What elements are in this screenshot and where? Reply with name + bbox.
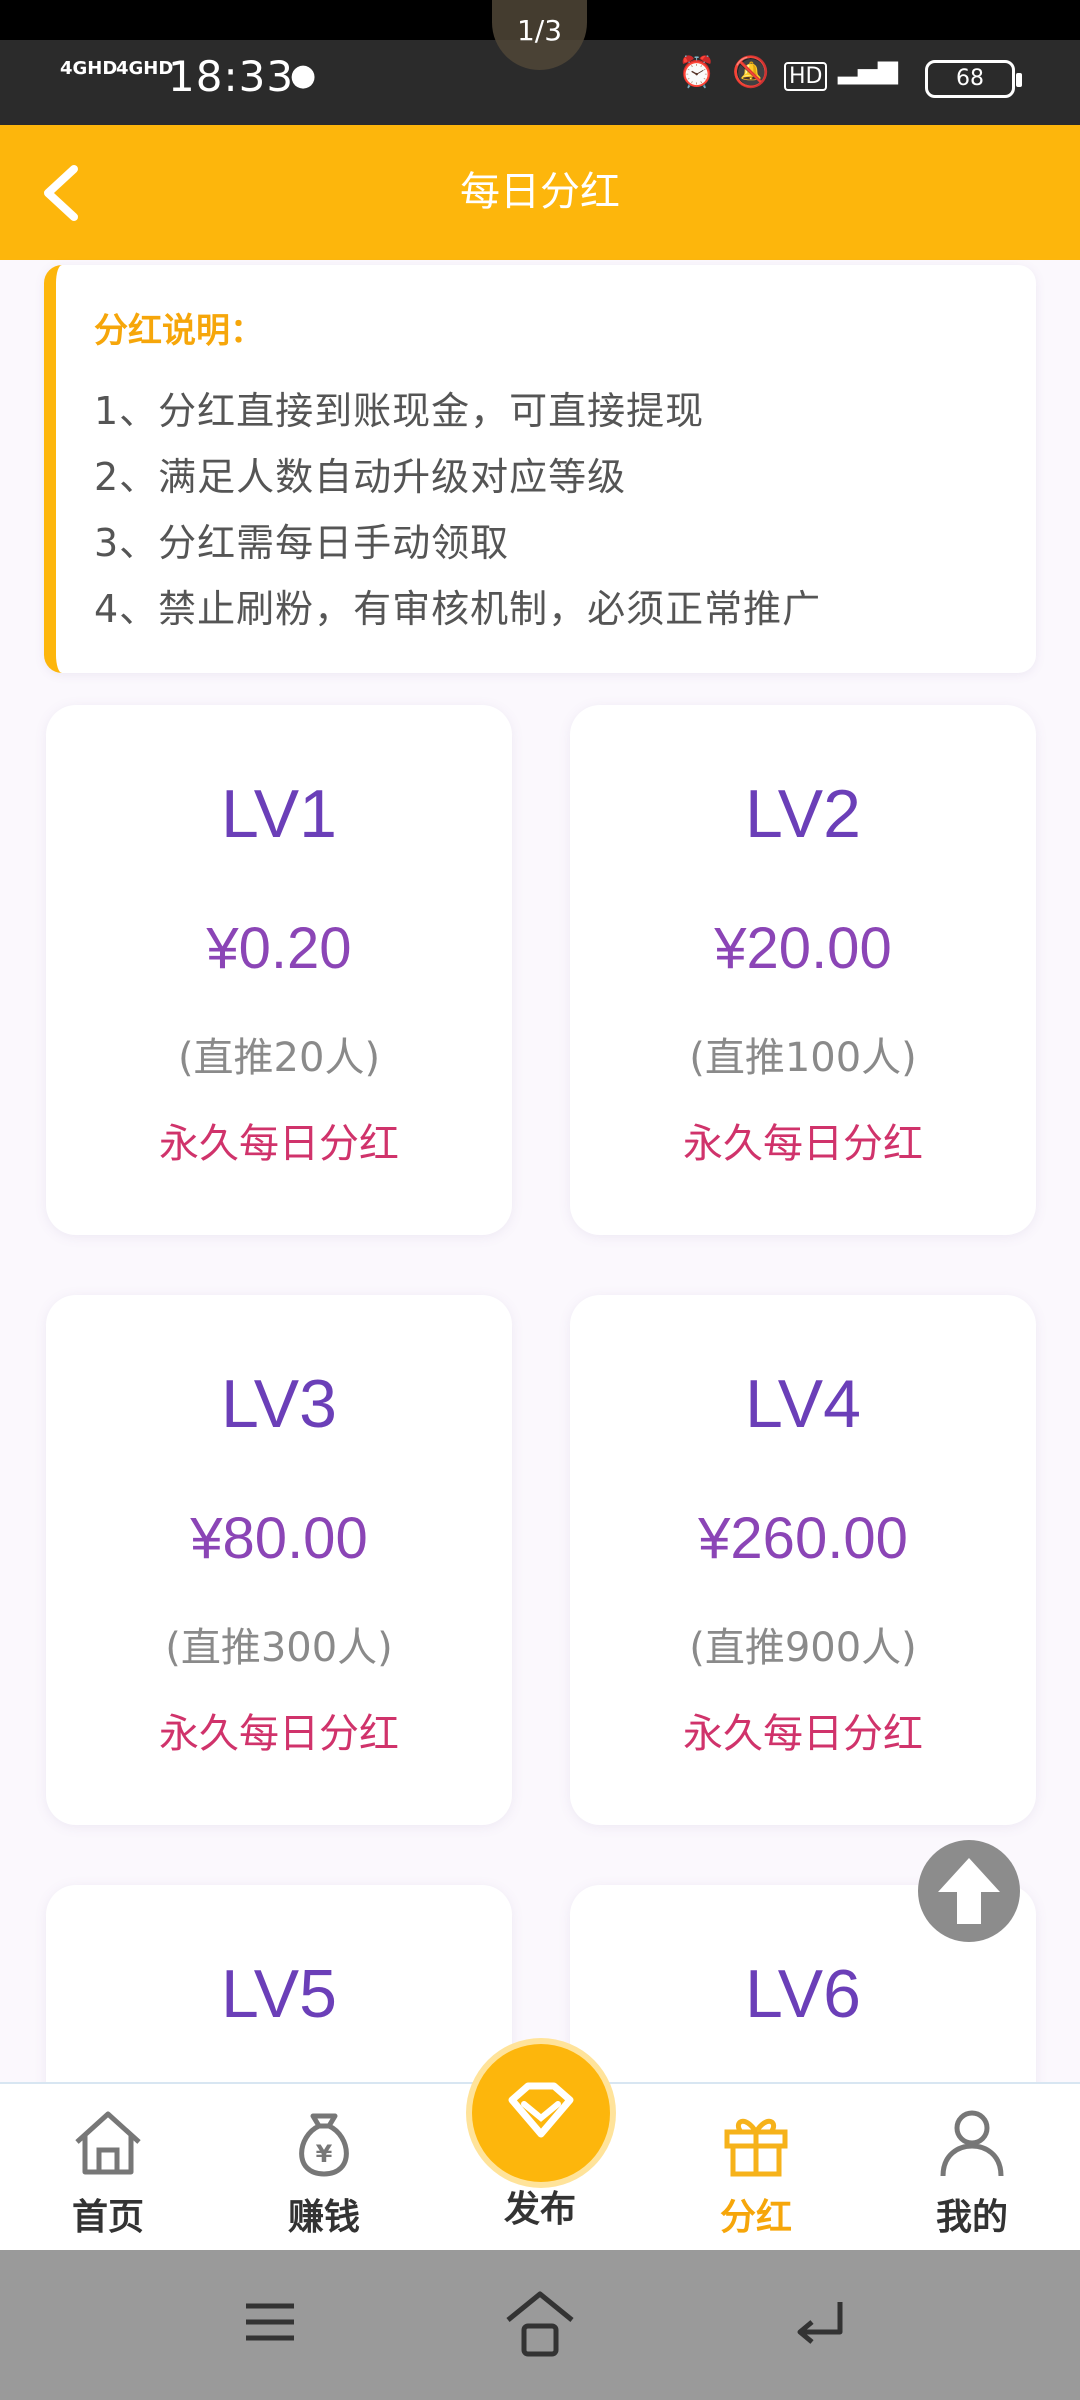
menu-button[interactable]: [220, 2272, 320, 2372]
system-navigation-bar: [0, 2250, 1080, 2400]
level-requirement: (直推20人): [177, 1035, 381, 1081]
tab-label: 首页: [71, 2197, 144, 2238]
house-icon: [506, 2291, 574, 2357]
page-header: 每日分红: [0, 125, 1080, 260]
network-indicator-1: 4GHD: [60, 58, 118, 79]
info-line: 1、分红直接到账现金，可直接提现: [94, 389, 705, 433]
tab-label: 分红: [719, 2197, 792, 2238]
level-requirement: (直推900人): [689, 1625, 917, 1671]
level-note: 永久每日分红: [683, 1121, 923, 1167]
tab-home[interactable]: 首页: [28, 2104, 188, 2240]
back-nav-button[interactable]: [770, 2272, 870, 2372]
tab-publish-label[interactable]: 发布: [460, 2180, 620, 2232]
level-amount: ¥20.00: [714, 916, 892, 981]
svg-text:¥: ¥: [316, 2140, 333, 2168]
network-indicator-2: 4GHD: [116, 58, 174, 79]
level-name: LV5: [221, 1956, 337, 2032]
mute-icon: 🔕: [732, 55, 770, 90]
home-icon: [75, 2111, 141, 2175]
gift-icon: [724, 2118, 788, 2177]
level-amount: ¥80.00: [190, 1506, 368, 1571]
chevron-left-icon: [44, 165, 78, 221]
level-name: LV6: [745, 1956, 861, 2032]
signal-icon: ▂▄▆: [838, 55, 898, 85]
level-note: 永久每日分红: [159, 1711, 399, 1757]
info-line: 4、禁止刷粉，有审核机制，必须正常推广: [94, 587, 822, 631]
back-to-top-button[interactable]: [918, 1840, 1020, 1942]
level-card-lv2[interactable]: LV2 ¥20.00 (直推100人) 永久每日分红: [570, 705, 1036, 1235]
level-name: LV3: [221, 1366, 337, 1442]
back-button[interactable]: [36, 163, 86, 223]
money-bag-icon: ¥: [299, 2113, 349, 2177]
home-nav-button[interactable]: [490, 2272, 590, 2372]
dividend-info-card: 分红说明： 1、分红直接到账现金，可直接提现 2、满足人数自动升级对应等级 3、…: [44, 265, 1036, 673]
menu-icon: [246, 2303, 294, 2341]
info-line: 2、满足人数自动升级对应等级: [94, 455, 627, 499]
battery-indicator: 68: [925, 60, 1022, 98]
arrow-up-icon: [938, 1858, 1000, 1924]
level-amount: ¥0.20: [206, 916, 352, 981]
level-card-lv4[interactable]: LV4 ¥260.00 (直推900人) 永久每日分红: [570, 1295, 1036, 1825]
level-name: LV4: [745, 1366, 861, 1442]
level-card-lv3[interactable]: LV3 ¥80.00 (直推300人) 永久每日分红: [46, 1295, 512, 1825]
level-requirement: (直推100人): [689, 1035, 917, 1081]
user-icon: [940, 2110, 1004, 2177]
publish-button[interactable]: [472, 2044, 610, 2182]
tab-mine[interactable]: 我的: [892, 2104, 1052, 2240]
level-note: 永久每日分红: [683, 1711, 923, 1757]
level-amount: ¥260.00: [698, 1506, 908, 1571]
level-requirement: (直推300人): [165, 1625, 393, 1671]
tab-label: 我的: [935, 2197, 1008, 2238]
level-name: LV1: [221, 776, 337, 852]
level-name: LV2: [745, 776, 861, 852]
page-title: 每日分红: [460, 169, 620, 215]
tab-earn[interactable]: ¥ 赚钱: [244, 2104, 404, 2240]
back-arrow-icon: [797, 2302, 843, 2344]
diamond-icon: [508, 2082, 574, 2138]
status-time: 18:33: [168, 52, 295, 101]
tab-label: 赚钱: [287, 2197, 360, 2238]
info-line: 3、分红需每日手动领取: [94, 521, 510, 565]
alarm-icon: ⏰: [678, 55, 716, 90]
hd-icon: HD: [784, 62, 828, 91]
level-note: 永久每日分红: [159, 1121, 399, 1167]
tab-dividend[interactable]: 分红: [676, 2104, 836, 2240]
wechat-icon: ●: [290, 58, 317, 93]
level-card-lv1[interactable]: LV1 ¥0.20 (直推20人) 永久每日分红: [46, 705, 512, 1235]
info-heading: 分红说明：: [94, 311, 264, 351]
